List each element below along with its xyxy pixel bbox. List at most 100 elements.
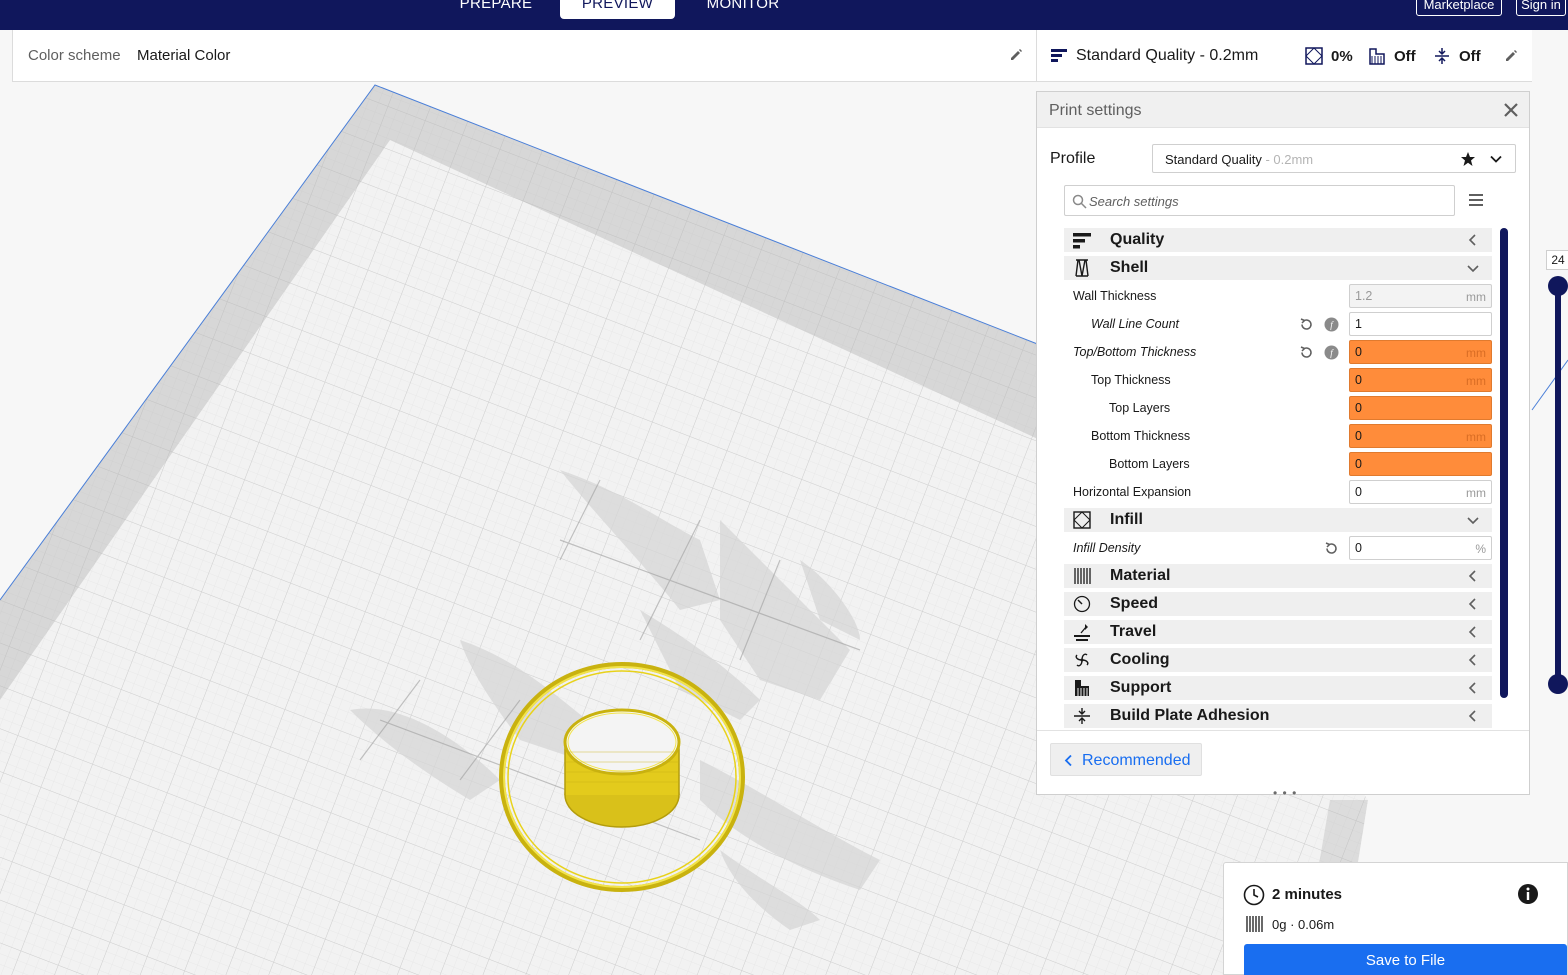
setting-wall-line-count: Wall Line Count f 1 [1064, 310, 1492, 338]
category-build-plate-adhesion[interactable]: Build Plate Adhesion [1064, 704, 1492, 728]
setting-bottom-layers: Bottom Layers 0 [1064, 450, 1492, 478]
tab-prepare[interactable]: PREPARE [443, 0, 549, 19]
setting-label: Wall Line Count [1091, 317, 1180, 331]
setting-top-bottom-thickness: Top/Bottom Thickness f 0 mm [1064, 338, 1492, 366]
close-icon[interactable] [1503, 102, 1519, 118]
tab-preview[interactable]: PREVIEW [560, 0, 675, 19]
profile-dropdown[interactable]: Standard Quality - 0.2mm [1152, 144, 1516, 173]
input-unit: mm [1466, 346, 1486, 360]
shell-icon [1075, 259, 1089, 277]
panel-resize-handle[interactable]: • • • [1273, 786, 1297, 800]
print-profile-name: Standard Quality - 0.2mm [1076, 47, 1259, 64]
horizontal-expansion-input[interactable]: 0 mm [1349, 480, 1492, 504]
setting-horizontal-expansion: Horizontal Expansion 0 mm [1064, 478, 1492, 506]
reset-icon[interactable] [1324, 541, 1339, 556]
category-label: Cooling [1110, 651, 1170, 668]
input-unit: mm [1466, 486, 1486, 500]
layer-number-field[interactable]: 24 [1546, 250, 1568, 270]
adhesion-icon [1435, 48, 1449, 64]
function-icon[interactable]: f [1324, 345, 1339, 360]
recommended-button[interactable]: Recommended [1050, 743, 1202, 776]
travel-icon [1074, 624, 1090, 641]
top-layers-input[interactable]: 0 [1349, 396, 1492, 420]
input-unit: % [1475, 542, 1486, 556]
color-scheme-label: Color scheme [28, 47, 121, 64]
material-estimate: 0g · 0.06m [1272, 917, 1335, 932]
search-input[interactable] [1089, 192, 1449, 210]
input-value: 0 [1355, 345, 1362, 359]
chevron-left-icon [1468, 654, 1476, 666]
save-to-file-button[interactable]: Save to File [1244, 944, 1567, 975]
divider [1037, 730, 1529, 731]
category-cooling[interactable]: Cooling [1064, 648, 1492, 672]
settings-list[interactable]: Quality Shell Wall Thickness 1.2 mm Wall… [1064, 228, 1492, 728]
setting-label: Wall Thickness [1073, 289, 1157, 303]
wall-thickness-input[interactable]: 1.2 mm [1349, 284, 1492, 308]
category-label: Support [1110, 679, 1172, 696]
bottom-thickness-input[interactable]: 0 mm [1349, 424, 1492, 448]
category-quality[interactable]: Quality [1064, 228, 1492, 252]
top-bar: PREPARE PREVIEW MONITOR Marketplace Sign… [0, 0, 1568, 30]
category-support[interactable]: Support [1064, 676, 1492, 700]
info-icon[interactable] [1517, 883, 1539, 905]
settings-visibility-menu-icon[interactable] [1468, 193, 1484, 207]
reset-icon[interactable] [1299, 345, 1314, 360]
infill-density-input[interactable]: 0 % [1349, 536, 1492, 560]
wall-line-count-input[interactable]: 1 [1349, 312, 1492, 336]
reset-icon[interactable] [1299, 317, 1314, 332]
input-unit: mm [1466, 374, 1486, 388]
support-summary: Off [1394, 48, 1416, 65]
category-speed[interactable]: Speed [1064, 592, 1492, 616]
input-unit: mm [1466, 430, 1486, 444]
sign-in-button[interactable]: Sign in [1516, 0, 1566, 16]
layer-slider-upper-handle[interactable] [1548, 276, 1568, 296]
quality-icon [1073, 233, 1091, 249]
chevron-down-icon [1467, 517, 1479, 525]
print-setup-header[interactable]: Standard Quality - 0.2mm 0% Off Off [1036, 30, 1532, 82]
category-material[interactable]: Material [1064, 564, 1492, 588]
bottom-layers-input[interactable]: 0 [1349, 452, 1492, 476]
category-label: Shell [1110, 259, 1149, 276]
category-label: Quality [1110, 231, 1165, 248]
input-unit: mm [1466, 290, 1486, 304]
layer-slider-track[interactable] [1555, 284, 1561, 686]
pencil-icon[interactable] [1504, 49, 1518, 63]
star-icon[interactable] [1460, 151, 1476, 167]
setting-label: Bottom Thickness [1091, 429, 1191, 443]
marketplace-button[interactable]: Marketplace [1416, 0, 1502, 16]
category-label: Speed [1110, 595, 1159, 612]
setting-label: Horizontal Expansion [1073, 485, 1192, 499]
print-action-panel: 2 minutes 0g · 0.06m Save to File [1223, 862, 1568, 975]
setting-top-thickness: Top Thickness 0 mm [1064, 366, 1492, 394]
category-infill[interactable]: Infill [1064, 508, 1492, 532]
settings-scrollbar[interactable] [1500, 228, 1508, 698]
chevron-left-icon [1468, 598, 1476, 610]
adhesion-summary: Off [1459, 48, 1481, 65]
search-settings-field[interactable] [1064, 185, 1455, 216]
tab-monitor[interactable]: MONITOR [690, 0, 796, 19]
input-value: 0 [1355, 457, 1362, 471]
speed-icon [1073, 595, 1091, 613]
print-settings-panel: Print settings Profile Standard Quality … [1036, 91, 1530, 800]
category-shell[interactable]: Shell [1064, 256, 1492, 280]
input-value: 0 [1355, 429, 1362, 443]
setting-label: Infill Density [1073, 541, 1141, 555]
input-value: 0 [1355, 401, 1362, 415]
search-icon [1072, 194, 1087, 209]
panel-title: Print settings [1049, 102, 1142, 119]
function-icon[interactable]: f [1324, 317, 1339, 332]
color-scheme-bar: Color scheme Material Color [12, 30, 1036, 82]
setting-label: Top/Bottom Thickness [1073, 345, 1197, 359]
material-spool-icon [1246, 916, 1263, 932]
top-thickness-input[interactable]: 0 mm [1349, 368, 1492, 392]
chevron-left-icon [1468, 626, 1476, 638]
top-bottom-thickness-input[interactable]: 0 mm [1349, 340, 1492, 364]
profile-layer-height: - 0.2mm [1261, 152, 1314, 167]
layer-slider-lower-handle[interactable] [1548, 674, 1568, 694]
chevron-left-icon [1468, 570, 1476, 582]
setting-top-layers: Top Layers 0 [1064, 394, 1492, 422]
input-value: 0 [1355, 485, 1362, 499]
category-travel[interactable]: Travel [1064, 620, 1492, 644]
color-scheme-value[interactable]: Material Color [137, 47, 230, 64]
pencil-icon[interactable] [1009, 48, 1023, 62]
